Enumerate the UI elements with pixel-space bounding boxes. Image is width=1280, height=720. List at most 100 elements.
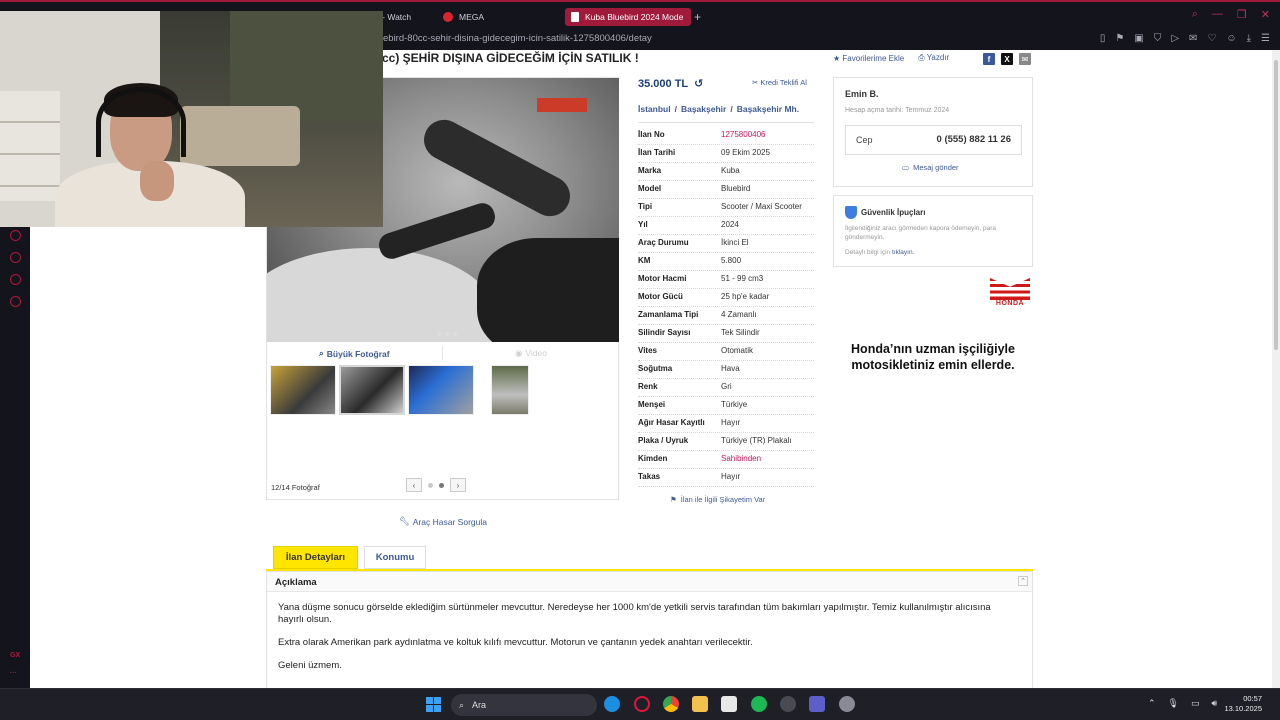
- spec-row: Soğutma Hava: [638, 361, 814, 379]
- spec-row: Motor Hacmi 51 - 99 cm3: [638, 271, 814, 289]
- download-icon[interactable]: ⤓: [1247, 33, 1251, 44]
- tips-more-link[interactable]: tıklayın.: [892, 249, 914, 256]
- spec-value: Türkiye (TR) Plakalı: [721, 436, 792, 445]
- spec-row: Ağır Hasar Kayıtlı Hayır: [638, 415, 814, 433]
- tab-mega[interactable]: MEGA: [443, 8, 484, 26]
- toolbar-icons: ▯ ⚑ ▣ ⛉ ▷ ✉ ♡ ☺ ⤓ ☰: [1100, 33, 1270, 44]
- messenger-icon[interactable]: ✉: [1189, 33, 1197, 44]
- spec-value[interactable]: 1275800406: [721, 130, 814, 140]
- sidebar-toggle-icon[interactable]: ▯: [1100, 33, 1106, 44]
- favorite-button[interactable]: ★ Favorilerime Ekle: [833, 54, 904, 63]
- x-icon[interactable]: X: [1001, 53, 1013, 65]
- spec-row: KM 5.800: [638, 253, 814, 271]
- spec-value: 51 - 99 cm3: [721, 274, 764, 283]
- new-tab-button[interactable]: +: [694, 10, 701, 24]
- honda-logo[interactable]: HONDA: [988, 278, 1032, 307]
- edge-icon[interactable]: [604, 696, 620, 712]
- email-icon[interactable]: ✉: [1019, 53, 1031, 65]
- facebook-icon[interactable]: f: [983, 53, 995, 65]
- complaint-link[interactable]: ⚑ İlan ile İlgili Şikayetim Var: [670, 495, 765, 504]
- prev-page-button[interactable]: ‹: [406, 478, 422, 492]
- page-scrollbar[interactable]: [1272, 50, 1280, 688]
- location-neighborhood[interactable]: Başakşehir Mh.: [737, 104, 799, 114]
- page-title: cc) ŞEHİR DIŞINA GİDECEĞİM İÇİN SATILIK …: [382, 51, 639, 65]
- thumbnail-pager: ‹ ›: [406, 478, 466, 492]
- file-explorer-icon[interactable]: [692, 696, 708, 712]
- damage-query-link[interactable]: 🔧︎ Araç Hasar Sorgula: [399, 516, 487, 527]
- safety-tips: Güvenlik İpuçları İlgilendiğiniz aracı g…: [833, 195, 1033, 267]
- spec-value[interactable]: Sahibinden: [721, 454, 814, 464]
- more-icon[interactable]: ···: [10, 670, 17, 677]
- settings-icon[interactable]: [839, 696, 855, 712]
- minimize-icon[interactable]: —: [1212, 8, 1223, 21]
- spec-value: 25 hp'e kadar: [721, 292, 770, 301]
- spec-label: Tipi: [638, 202, 653, 211]
- spec-value: 2024: [721, 220, 739, 229]
- page-dot[interactable]: [439, 482, 444, 488]
- location-district[interactable]: Başakşehir: [681, 104, 726, 114]
- thumbnail[interactable]: [270, 365, 336, 415]
- thumbnail[interactable]: [491, 365, 529, 415]
- collapse-icon[interactable]: ⌃: [1018, 576, 1028, 586]
- opera-gx-icon[interactable]: [634, 696, 650, 712]
- tab-kuba-bluebird[interactable]: Kuba Bluebird 2024 Mode: [565, 8, 692, 26]
- start-button[interactable]: [426, 697, 441, 712]
- spotify-icon[interactable]: [751, 696, 767, 712]
- player-icon[interactable]: [10, 230, 21, 241]
- tab-location[interactable]: Konumu: [364, 546, 426, 569]
- microphone-icon[interactable]: 🎙︎: [1168, 698, 1179, 709]
- spec-value: Otomatik: [721, 346, 754, 355]
- spec-label: Motor Gücü: [638, 292, 683, 301]
- heart-icon[interactable]: ♡: [1207, 33, 1216, 44]
- menu-icon[interactable]: ☰: [1261, 33, 1270, 44]
- history-icon[interactable]: [10, 252, 21, 263]
- spec-row: Menşei Türkiye: [638, 397, 814, 415]
- page-dot[interactable]: [428, 482, 433, 488]
- bookmark-icon[interactable]: ⚑: [1115, 33, 1124, 44]
- chevron-up-icon[interactable]: ⌃: [1148, 698, 1156, 709]
- taskbar-search[interactable]: ⌕ Ara: [451, 694, 597, 716]
- shield-toolbar-icon[interactable]: ⛉: [1154, 33, 1162, 44]
- print-button[interactable]: ⎙ Yazdır: [918, 53, 949, 63]
- price: 35.000 TL ↺: [638, 77, 704, 91]
- url-field[interactable]: ebird-80cc-sehir-disina-gidecegim-icin-s…: [383, 33, 652, 44]
- next-page-button[interactable]: ›: [450, 478, 466, 492]
- spec-label: İlan Tarihi: [638, 148, 676, 157]
- system-tray: ⌃ 🎙︎ ▭ 🔊︎: [1148, 698, 1217, 709]
- account-icon[interactable]: ☺: [1226, 33, 1236, 44]
- snapshot-icon[interactable]: ▣: [1134, 33, 1143, 44]
- thumbnail[interactable]: [339, 365, 405, 415]
- display-icon[interactable]: ▭: [1191, 698, 1200, 709]
- extensions-icon[interactable]: [10, 274, 21, 285]
- thumbnail[interactable]: [408, 365, 474, 415]
- spec-label: Marka: [638, 166, 662, 175]
- spec-row: Kimden Sahibinden: [638, 451, 814, 469]
- close-icon[interactable]: ✕: [1261, 8, 1270, 21]
- tab-listing-details[interactable]: İlan Detayları: [273, 546, 358, 569]
- play-circle-icon: ◉: [515, 348, 523, 358]
- search-icon[interactable]: ⌕: [1192, 8, 1198, 21]
- spec-row: Model Bluebird: [638, 181, 814, 199]
- app-icon[interactable]: [721, 696, 737, 712]
- settings-icon[interactable]: [10, 296, 21, 307]
- phone-number[interactable]: 0 (555) 882 11 26: [937, 134, 1011, 145]
- credit-offer-link[interactable]: ✂ Kredi Teklifi Al: [752, 78, 807, 87]
- seller-name[interactable]: Emin B.: [845, 89, 879, 99]
- spec-table: İlan No 1275800406 İlan Tarihi 09 Ekim 2025…: [638, 127, 814, 487]
- play-icon[interactable]: ▷: [1171, 33, 1179, 44]
- spec-value: 09 Ekim 2025: [721, 148, 770, 157]
- spec-label: Araç Durumu: [638, 238, 689, 247]
- photo-counter: 12/14 Fotoğraf: [271, 483, 320, 492]
- price-history-icon[interactable]: ↺: [694, 77, 703, 90]
- video-button[interactable]: ◉ Video: [515, 348, 547, 359]
- honda-ad-text[interactable]: Honda’nın uzman işçiliğiyle motosikletin…: [833, 342, 1033, 373]
- send-message-button[interactable]: ▭ Mesaj gönder: [902, 163, 959, 172]
- chrome-icon[interactable]: [663, 696, 679, 712]
- volume-icon[interactable]: 🔊︎: [1212, 698, 1218, 709]
- location-city[interactable]: İstanbul: [638, 104, 671, 114]
- restore-icon[interactable]: ❐: [1237, 8, 1247, 21]
- teams-icon[interactable]: [809, 696, 825, 712]
- big-photo-button[interactable]: ⌕ Büyük Fotoğraf: [319, 348, 390, 359]
- clock[interactable]: 00:57 13.10.2025: [1224, 694, 1262, 714]
- app-icon[interactable]: [780, 696, 796, 712]
